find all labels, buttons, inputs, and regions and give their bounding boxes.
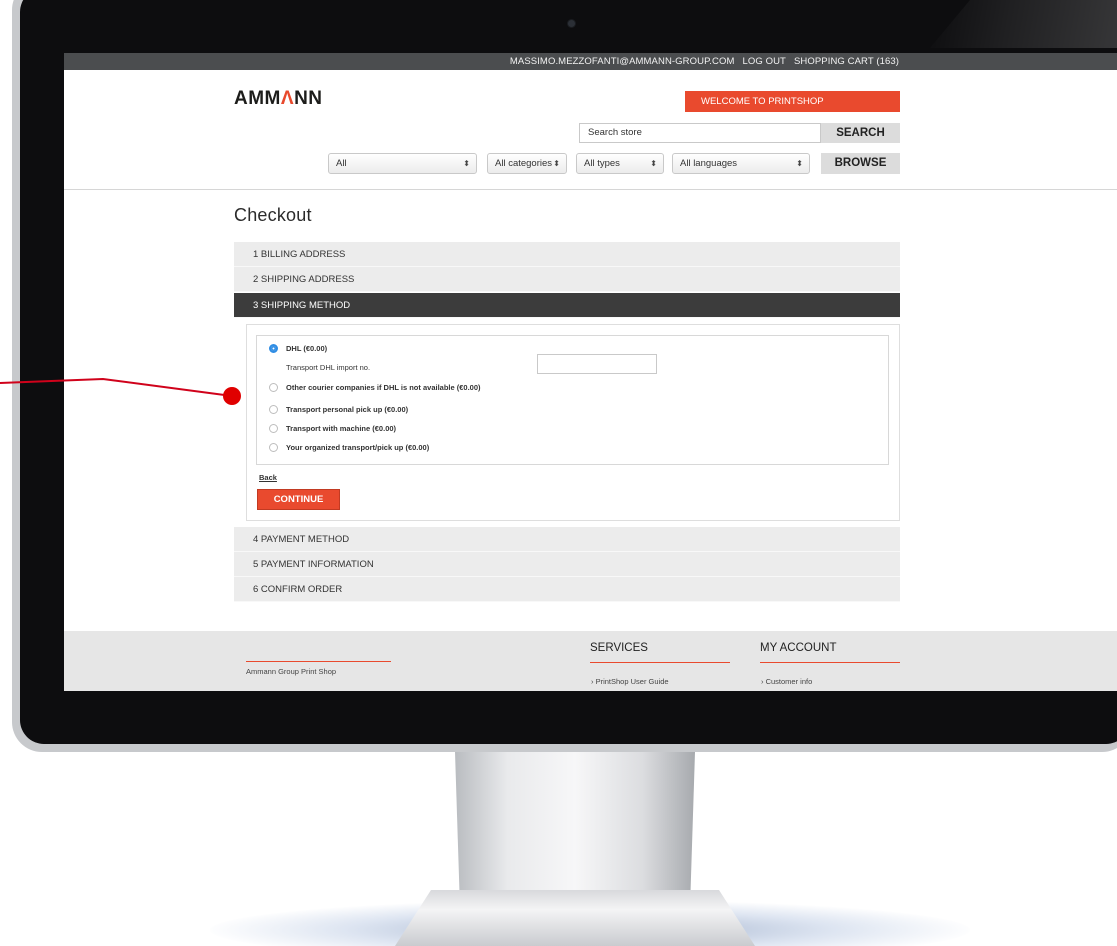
footer-divider <box>590 662 730 663</box>
radio-icon[interactable] <box>269 424 278 433</box>
option-other-courier[interactable]: Other courier companies if DHL is not av… <box>269 383 481 392</box>
step-billing-address[interactable]: 1 BILLING ADDRESS <box>234 242 900 267</box>
footer-account-title: MY ACCOUNT <box>760 642 837 654</box>
shopping-cart-link[interactable]: SHOPPING CART (163) <box>794 56 899 67</box>
option-dhl[interactable]: DHL (€0.00) <box>269 344 327 353</box>
radio-icon[interactable] <box>269 405 278 414</box>
logout-link[interactable]: LOG OUT <box>743 56 786 67</box>
search-button[interactable]: SEARCH <box>821 123 900 143</box>
footer-brand: Ammann Group Print Shop <box>246 667 337 676</box>
monitor-stand-base <box>395 890 755 946</box>
footer-divider <box>246 661 391 662</box>
select-caret-icon: ⬍ <box>553 159 560 168</box>
step-shipping-method[interactable]: 3 SHIPPING METHOD <box>234 293 900 318</box>
filter-select-types[interactable]: All types ⬍ <box>576 153 664 174</box>
dhl-import-input[interactable] <box>537 354 657 374</box>
footer-link-customer-info[interactable]: › Customer info <box>761 677 812 686</box>
filter-select-all[interactable]: All ⬍ <box>328 153 477 174</box>
footer-divider <box>760 662 900 663</box>
top-bar: MASSIMO.MEZZOFANTI@AMMANN-GROUP.COM LOG … <box>64 53 1117 70</box>
back-link[interactable]: Back <box>259 473 277 482</box>
page-title: Checkout <box>234 205 312 225</box>
option-machine-transport[interactable]: Transport with machine (€0.00) <box>269 424 396 433</box>
filter-select-categories[interactable]: All categories ⬍ <box>487 153 567 174</box>
footer: Ammann Group Print Shop SERVICES › Print… <box>64 631 1117 691</box>
ammann-logo[interactable]: AMMΛNN <box>234 88 323 110</box>
select-caret-icon: ⬍ <box>463 159 470 168</box>
step-payment-information[interactable]: 5 PAYMENT INFORMATION <box>234 552 900 577</box>
continue-button[interactable]: CONTINUE <box>257 489 340 510</box>
step-confirm-order[interactable]: 6 CONFIRM ORDER <box>234 577 900 602</box>
search-input[interactable]: Search store <box>579 123 821 143</box>
welcome-banner: WELCOME TO PRINTSHOP <box>685 91 900 112</box>
select-caret-icon: ⬍ <box>650 159 657 168</box>
step-payment-method[interactable]: 4 PAYMENT METHOD <box>234 527 900 552</box>
user-email[interactable]: MASSIMO.MEZZOFANTI@AMMANN-GROUP.COM <box>510 56 735 67</box>
radio-icon[interactable] <box>269 443 278 452</box>
footer-services-title: SERVICES <box>590 642 648 654</box>
radio-icon[interactable] <box>269 383 278 392</box>
browse-button[interactable]: BROWSE <box>821 153 900 174</box>
camera-icon <box>568 20 575 27</box>
select-caret-icon: ⬍ <box>796 159 803 168</box>
screen: MASSIMO.MEZZOFANTI@AMMANN-GROUP.COM LOG … <box>64 53 1117 691</box>
option-personal-pickup[interactable]: Transport personal pick up (€0.00) <box>269 405 408 414</box>
monitor-stand <box>455 752 695 902</box>
dhl-import-label: Transport DHL import no. <box>286 363 371 372</box>
footer-link-user-guide[interactable]: › PrintShop User Guide <box>591 677 669 686</box>
option-organized-transport[interactable]: Your organized transport/pick up (€0.00) <box>269 443 429 452</box>
header-divider <box>64 189 1117 190</box>
radio-checked-icon[interactable] <box>269 344 278 353</box>
filter-select-languages[interactable]: All languages ⬍ <box>672 153 810 174</box>
step-shipping-address[interactable]: 2 SHIPPING ADDRESS <box>234 267 900 292</box>
